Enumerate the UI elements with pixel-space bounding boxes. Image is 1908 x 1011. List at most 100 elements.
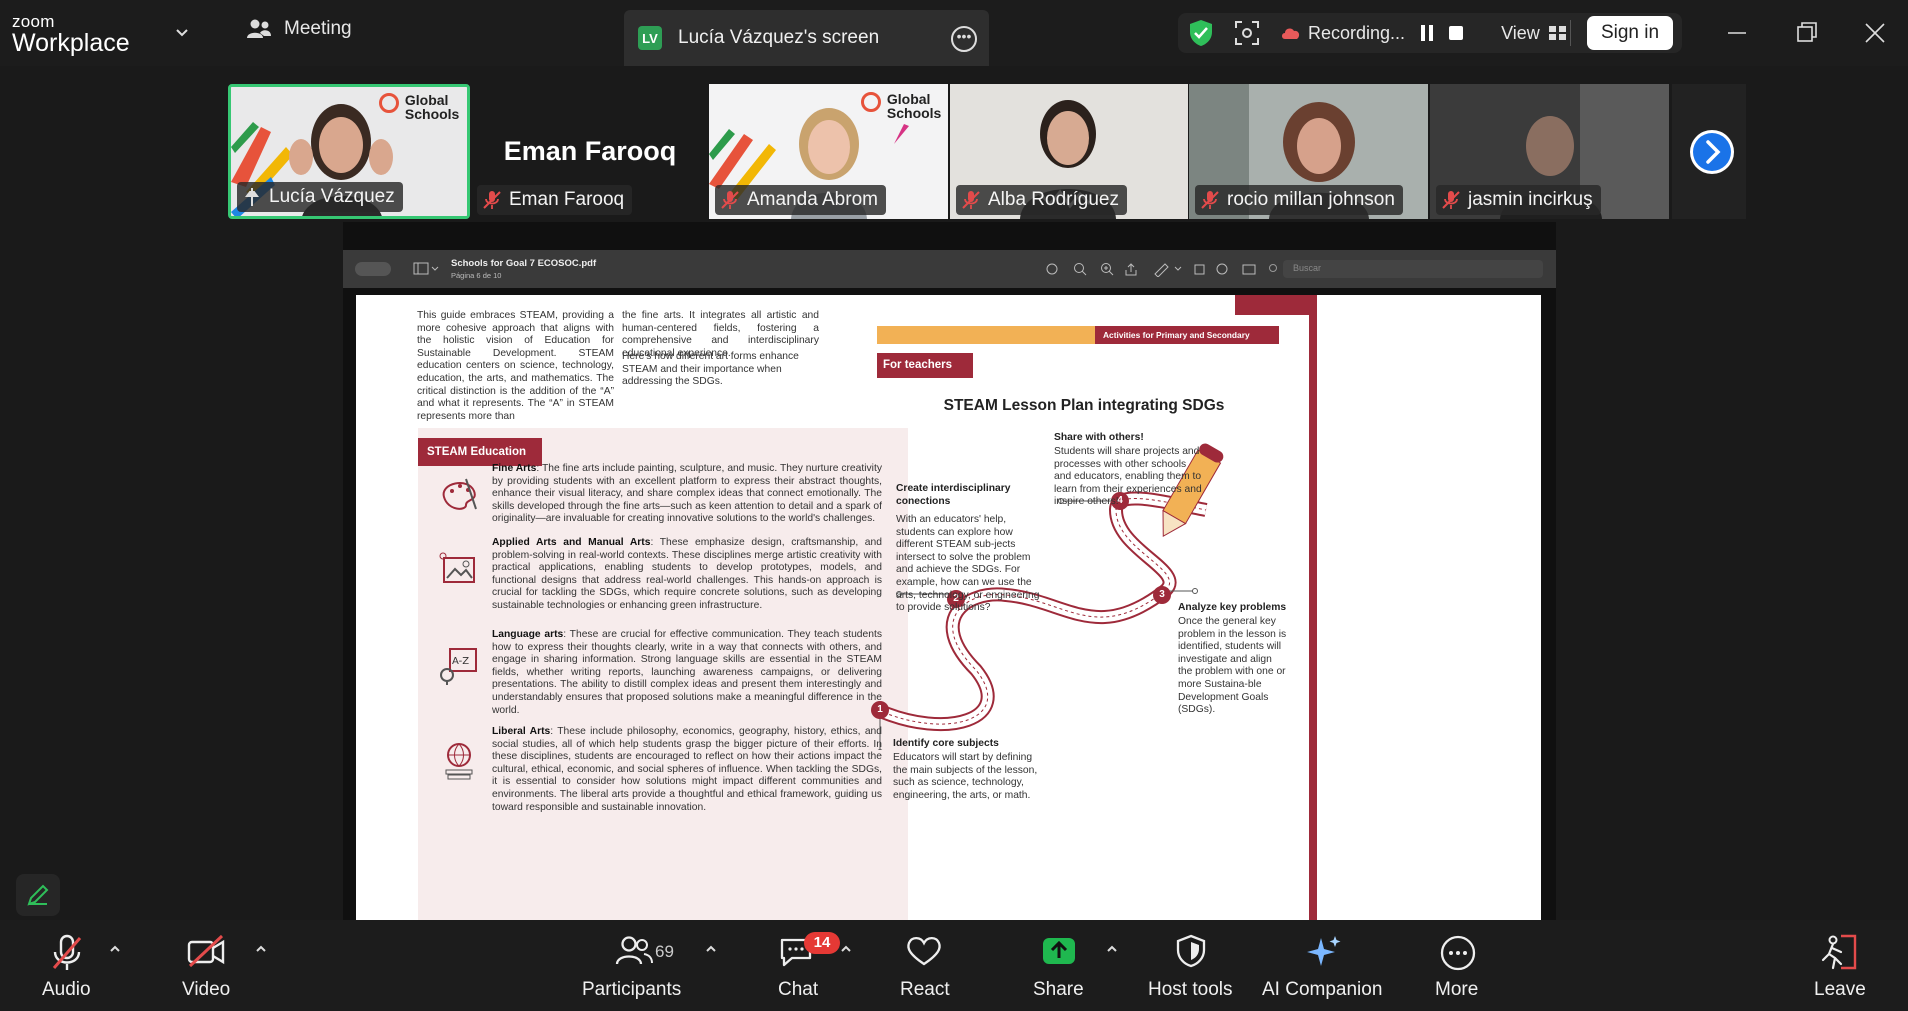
people-icon bbox=[615, 936, 653, 965]
participants-button[interactable]: 69 Participants bbox=[580, 920, 690, 1011]
step-1: Identify core subjects Educators will st… bbox=[893, 738, 1038, 801]
mic-off-icon bbox=[1201, 191, 1219, 209]
pdf-filename: Schools for Goal 7 ECOSOC.pdf bbox=[451, 258, 597, 269]
step-marker: 3 bbox=[1153, 586, 1171, 604]
leave-icon bbox=[1821, 934, 1857, 970]
more-options-icon[interactable]: ••• bbox=[951, 26, 977, 52]
window-controls[interactable] bbox=[355, 262, 391, 276]
pin-icon bbox=[245, 188, 259, 206]
page-edge-bar bbox=[1309, 315, 1317, 920]
apps-icon[interactable] bbox=[1234, 20, 1260, 46]
annotate-button[interactable] bbox=[16, 874, 60, 916]
video-button[interactable]: Video bbox=[176, 920, 238, 1011]
participant-name: jasmin incirkuş bbox=[1436, 185, 1601, 215]
participant-name: rocio millan johnson bbox=[1195, 185, 1403, 215]
mic-off-icon bbox=[52, 934, 82, 970]
mic-off-icon bbox=[962, 191, 980, 209]
cloud-recording-icon bbox=[1282, 28, 1300, 39]
pdf-tool-icons[interactable] bbox=[1045, 261, 1305, 277]
header-banner: Activities for Primary and Secondary Cla… bbox=[1095, 326, 1279, 358]
audio-options-icon[interactable] bbox=[108, 942, 122, 956]
chat-unread-badge: 14 bbox=[804, 932, 840, 954]
header-orange-bar bbox=[877, 326, 1095, 344]
screen-label: Lucía Vázquez's screen bbox=[678, 27, 880, 48]
mic-off-icon bbox=[483, 191, 501, 209]
shield-check-icon[interactable] bbox=[1188, 19, 1214, 47]
host-tools-button[interactable]: Host tools bbox=[1146, 920, 1236, 1011]
participant-big-name: Eman Farooq bbox=[503, 136, 677, 166]
svg-text:A-Z: A-Z bbox=[452, 656, 469, 667]
steam-heading: STEAM Education bbox=[418, 438, 542, 466]
meeting-menu[interactable]: Meeting bbox=[246, 18, 352, 40]
view-menu[interactable]: View bbox=[1501, 23, 1540, 44]
palette-icon bbox=[442, 478, 477, 510]
more-icon bbox=[1440, 935, 1476, 971]
chevron-down-icon[interactable] bbox=[172, 22, 192, 42]
corner-bar bbox=[1235, 295, 1317, 315]
pdf-search-field[interactable]: Buscar bbox=[1283, 260, 1543, 278]
pause-icon[interactable] bbox=[1419, 23, 1435, 43]
image-frame-icon bbox=[439, 552, 475, 583]
step-4: Share with others! Students will share p… bbox=[1054, 432, 1202, 508]
video-tile-eman[interactable]: Eman Farooq Eman Farooq bbox=[471, 84, 709, 219]
intro-left-text: This guide embraces STEAM, providing a m… bbox=[417, 310, 614, 422]
grid-view-icon[interactable] bbox=[1548, 23, 1568, 43]
leave-button[interactable]: Leave bbox=[1812, 920, 1866, 1011]
global-schools-logo: Global Schools bbox=[861, 92, 945, 120]
global-schools-logo: Global Schools bbox=[379, 93, 465, 125]
pdf-viewer-toolbar: Schools for Goal 7 ECOSOC.pdf Página 6 d… bbox=[343, 250, 1556, 288]
react-button[interactable]: React bbox=[898, 920, 950, 1011]
video-tile-jasmin[interactable]: jasmin incirkuş bbox=[1430, 84, 1669, 219]
ai-companion-button[interactable]: AI Companion bbox=[1262, 920, 1386, 1011]
meeting-label: Meeting bbox=[284, 18, 352, 39]
for-teachers-label: For teachers bbox=[877, 353, 973, 378]
sidebar-toggle-icon[interactable] bbox=[413, 262, 439, 276]
stop-icon[interactable] bbox=[1447, 24, 1465, 42]
share-screen-icon bbox=[1043, 938, 1075, 964]
heart-icon bbox=[907, 936, 941, 966]
step-3: Analyze key problems Once the general ke… bbox=[1178, 602, 1287, 716]
section-liberal-arts: Liberal Arts: These include philosophy, … bbox=[492, 726, 882, 813]
language-icon: A-Z bbox=[440, 648, 477, 685]
participant-name: Lucía Vázquez bbox=[237, 182, 403, 212]
pdf-page-indicator: Página 6 de 10 bbox=[451, 271, 502, 280]
participants-count: 69 bbox=[655, 942, 674, 961]
audio-button[interactable]: Audio bbox=[30, 920, 104, 1011]
close-icon[interactable] bbox=[1860, 18, 1890, 48]
participant-name: Eman Farooq bbox=[477, 185, 633, 215]
video-tile-alba[interactable]: Alba Rodríguez bbox=[950, 84, 1188, 219]
video-tile-rocio[interactable]: rocio millan johnson bbox=[1189, 84, 1428, 219]
share-options-icon[interactable] bbox=[1105, 942, 1119, 956]
pencil-edit-icon bbox=[27, 884, 49, 906]
chevron-right-icon[interactable] bbox=[1689, 129, 1735, 175]
shared-screen-tab[interactable]: LV Lucía Vázquez's screen ••• bbox=[624, 10, 989, 66]
app-logo-bottom: Workplace bbox=[12, 29, 130, 57]
video-tile-amanda[interactable]: Global Schools Amanda Abrom bbox=[709, 84, 948, 219]
chat-button[interactable]: 14 Chat bbox=[770, 920, 840, 1011]
video-off-icon bbox=[187, 934, 225, 968]
share-button[interactable]: Share bbox=[1033, 920, 1085, 1011]
more-button[interactable]: More bbox=[1432, 920, 1484, 1011]
minimize-icon[interactable] bbox=[1722, 18, 1752, 48]
globe-icon bbox=[445, 743, 473, 780]
section-language-arts: Language arts: These are crucial for eff… bbox=[492, 629, 882, 716]
sign-in-button[interactable]: Sign in bbox=[1587, 16, 1673, 50]
title-bar: zoom Workplace Meeting LV Lucía Vázquez'… bbox=[0, 0, 1908, 66]
meeting-toolbar: Audio Video 69 Participants 14 Chat Reac… bbox=[0, 920, 1908, 1011]
avatar: LV bbox=[638, 26, 662, 50]
mic-off-icon bbox=[721, 191, 739, 209]
restore-icon[interactable] bbox=[1792, 18, 1822, 48]
chat-options-icon[interactable] bbox=[839, 942, 853, 956]
strip-next-area bbox=[1672, 84, 1746, 219]
recording-status: Recording... bbox=[1308, 22, 1406, 43]
step-2: Create interdisciplinary conections With… bbox=[896, 483, 1040, 614]
section-applied-arts: Applied Arts and Manual Arts: These emph… bbox=[492, 537, 882, 611]
participants-options-icon[interactable] bbox=[704, 942, 718, 956]
participant-name: Alba Rodríguez bbox=[956, 185, 1127, 215]
sparkle-icon bbox=[1307, 936, 1341, 966]
video-tile-lucia[interactable]: Global Schools Lucía Vázquez bbox=[228, 84, 470, 219]
step-marker: 1 bbox=[871, 701, 889, 719]
intro-right-text-2: Here's how different art forms enhance S… bbox=[622, 351, 799, 388]
video-options-icon[interactable] bbox=[254, 942, 268, 956]
lesson-title: STEAM Lesson Plan integrating SDGs bbox=[943, 397, 1225, 414]
